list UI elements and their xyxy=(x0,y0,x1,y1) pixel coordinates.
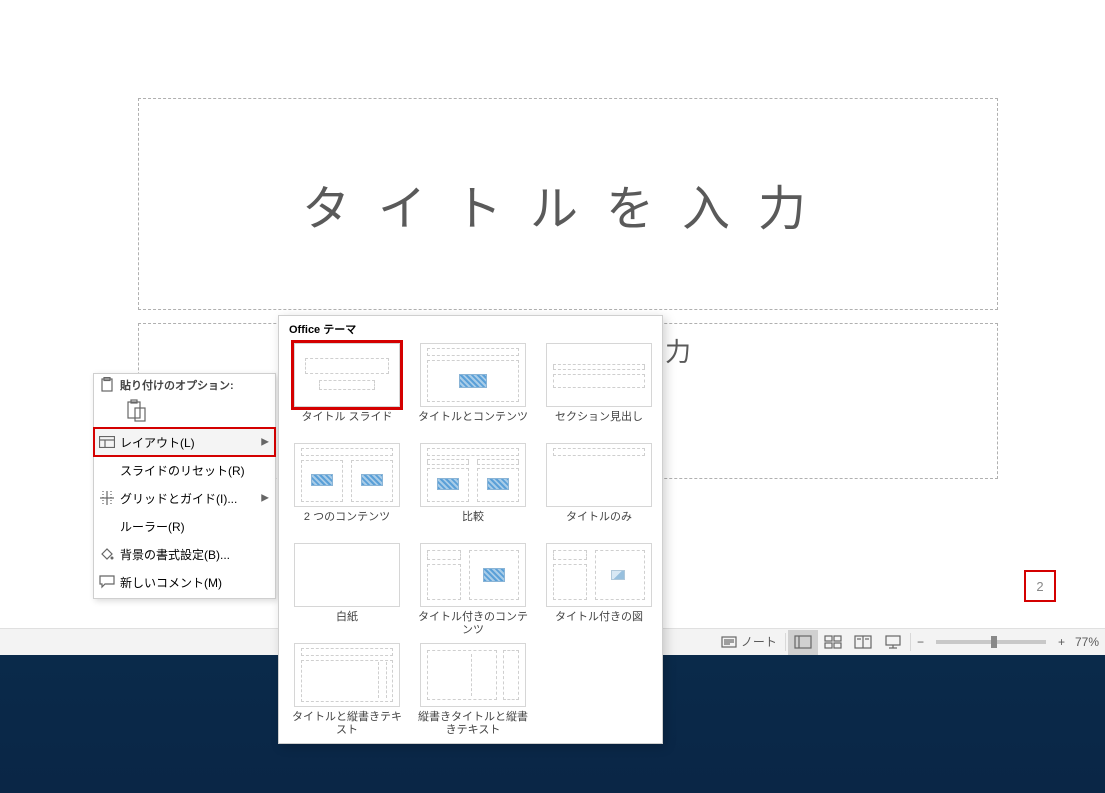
zoom-out-button[interactable]: − xyxy=(913,630,928,655)
layout-thumb xyxy=(294,443,400,507)
paint-bucket-icon xyxy=(98,545,116,563)
layout-caption: 比較 xyxy=(462,511,484,537)
layout-option-title-only[interactable]: タイトルのみ xyxy=(541,443,657,537)
layout-thumb xyxy=(294,343,400,407)
layout-option-picture-caption[interactable]: タイトル付きの図 xyxy=(541,543,657,637)
layout-thumb xyxy=(420,643,526,707)
clipboard-icon xyxy=(98,376,116,394)
layout-gallery: Office テーマ タイトル スライドタイトルとコンテンツ セクション見出し 2 … xyxy=(278,315,663,744)
layout-thumb xyxy=(420,543,526,607)
layout-caption: タイトル付きのコンテンツ xyxy=(415,611,531,637)
layout-option-title-slide[interactable]: タイトル スライド xyxy=(289,343,405,437)
ruler-menu-item[interactable]: ルーラー(R) xyxy=(94,512,275,540)
background-format-menu-item[interactable]: 背景の書式設定(B)... xyxy=(94,540,275,568)
layout-thumb xyxy=(420,343,526,407)
grid-guide-menu-item[interactable]: グリッドとガイド(I)... ▶ xyxy=(94,484,275,512)
layout-thumb xyxy=(294,643,400,707)
comment-icon xyxy=(98,573,116,591)
notes-icon xyxy=(721,635,737,649)
layout-option-title-vertical-text[interactable]: タイトルと縦書きテキスト xyxy=(289,643,405,737)
new-comment-menu-item[interactable]: 新しいコメント(M) xyxy=(94,568,275,596)
layout-option-comparison[interactable]: 比較 xyxy=(415,443,531,537)
zoom-in-button[interactable]: + xyxy=(1054,630,1069,655)
layout-option-vertical-title-text[interactable]: 縦書きタイトルと縦書きテキスト xyxy=(415,643,531,737)
layout-caption: タイトルのみ xyxy=(566,511,632,537)
title-placeholder-box[interactable]: タイトルを入力 xyxy=(138,98,998,310)
layout-caption: 2 つのコンテンツ xyxy=(304,511,390,537)
slide-sorter-button[interactable] xyxy=(818,630,848,655)
normal-view-icon xyxy=(794,635,812,649)
layout-caption: タイトル スライド xyxy=(301,411,392,437)
partial-glyph: 力 xyxy=(665,332,691,369)
layout-thumb xyxy=(294,543,400,607)
layout-caption: 白紙 xyxy=(336,611,358,637)
paste-option-button[interactable] xyxy=(94,394,275,428)
zoom-percent[interactable]: 77% xyxy=(1069,635,1099,649)
paste-options-label: 貼り付けのオプション: xyxy=(94,376,275,394)
context-menu: 貼り付けのオプション: レイアウト(L) ▶ スライドのリセット(R) グリッド… xyxy=(93,373,276,599)
slide-sorter-icon xyxy=(824,635,842,649)
reset-slide-menu-item[interactable]: スライドのリセット(R) xyxy=(94,456,275,484)
layout-thumb xyxy=(546,443,652,507)
normal-view-button[interactable] xyxy=(788,630,818,655)
layout-option-content-caption[interactable]: タイトル付きのコンテンツ xyxy=(415,543,531,637)
layout-caption: 縦書きタイトルと縦書きテキスト xyxy=(415,711,531,737)
slide-number-badge: 2 xyxy=(1024,570,1056,602)
layout-option-section-header[interactable]: セクション見出し xyxy=(541,343,657,437)
layout-menu-item[interactable]: レイアウト(L) ▶ xyxy=(94,428,275,456)
layout-thumb xyxy=(546,543,652,607)
layout-caption: タイトルと縦書きテキスト xyxy=(289,711,405,737)
notes-button[interactable]: ノート xyxy=(715,630,783,655)
title-placeholder-text: タイトルを入力 xyxy=(302,169,834,239)
layout-caption: セクション見出し xyxy=(555,411,643,437)
chevron-right-icon: ▶ xyxy=(261,493,269,504)
grid-icon xyxy=(98,489,116,507)
layout-caption: タイトルとコンテンツ xyxy=(418,411,528,437)
slideshow-icon xyxy=(884,635,902,649)
layout-thumb xyxy=(546,343,652,407)
slideshow-button[interactable] xyxy=(878,630,908,655)
zoom-slider[interactable] xyxy=(936,640,1046,644)
paste-icon xyxy=(124,399,148,423)
chevron-right-icon: ▶ xyxy=(261,437,269,448)
layout-icon xyxy=(98,433,116,451)
layout-thumb xyxy=(420,443,526,507)
layout-caption: タイトル付きの図 xyxy=(555,611,643,637)
layout-option-blank[interactable]: 白紙 xyxy=(289,543,405,637)
layout-option-title-content[interactable]: タイトルとコンテンツ xyxy=(415,343,531,437)
gallery-title: Office テーマ xyxy=(279,316,662,343)
reading-view-icon xyxy=(854,635,872,649)
reading-view-button[interactable] xyxy=(848,630,878,655)
layout-option-two-content[interactable]: 2 つのコンテンツ xyxy=(289,443,405,537)
